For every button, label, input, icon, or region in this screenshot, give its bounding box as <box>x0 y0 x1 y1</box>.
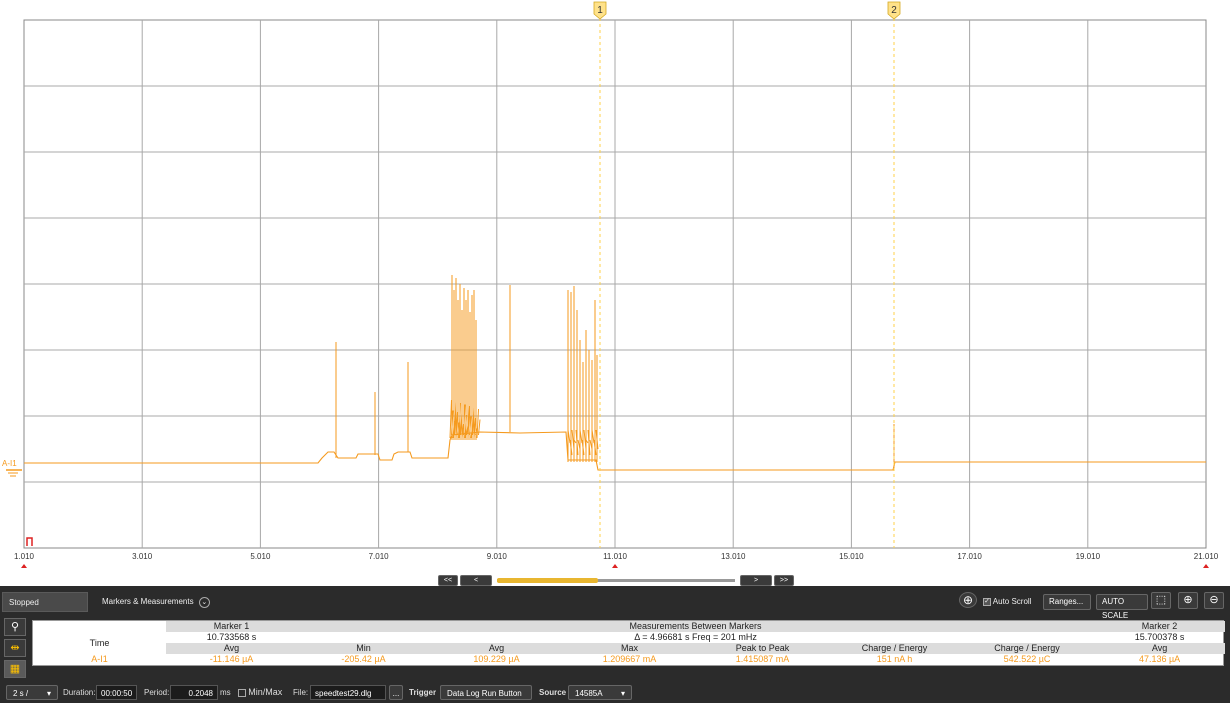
zoom-out-icon[interactable]: ⊖ <box>1204 592 1224 609</box>
value-min: -205.42 µA <box>341 654 386 664</box>
marker-2-avg-value: 47.136 µA <box>1138 654 1181 664</box>
add-marker-icon[interactable]: ⊕ <box>959 592 977 608</box>
marker-2-avg-label: Avg <box>1094 643 1226 654</box>
x-tick-label: 7.010 <box>369 552 390 561</box>
duration-field[interactable]: 00:00:50 <box>96 685 138 700</box>
value-max: 1.209667 mA <box>602 654 657 664</box>
value-avg: 109.229 µA <box>473 654 520 664</box>
header-charge-energy-1: Charge / Energy <box>829 643 960 654</box>
marker-1-label: 1 <box>597 5 603 16</box>
header-peak-to-peak: Peak to Peak <box>696 643 829 654</box>
markers-icon[interactable]: ⇹ <box>4 639 26 657</box>
trigger-icon[interactable] <box>26 537 33 546</box>
marker-1-title: Marker 1 <box>166 621 297 632</box>
auto-scroll-toggle[interactable]: ✓ Auto Scroll <box>983 594 1031 610</box>
source-select[interactable]: 14585A ▾ <box>568 685 632 700</box>
waveform-plot[interactable]: 1 2 A-I1 1.010 3.010 5.010 7.010 9.010 11.010… <box>0 0 1230 586</box>
dropdown-arrow-icon: ▾ <box>46 689 51 698</box>
timebase-select[interactable]: 2 s / ▾ <box>6 685 58 700</box>
header-avg: Avg <box>430 643 563 654</box>
minmax-label: Min/Max <box>248 687 283 697</box>
trigger-select[interactable]: Data Log Run Button ▾ <box>440 685 532 700</box>
chevron-down-icon[interactable]: ⌄ <box>198 597 210 608</box>
between-title: Measurements Between Markers <box>297 621 1095 632</box>
value-peak-to-peak: 1.415087 mA <box>735 654 790 664</box>
file-field[interactable]: speedtest29.dlg <box>310 685 386 700</box>
ranges-button[interactable]: Ranges... <box>1043 594 1091 610</box>
trigger-label: Trigger <box>409 688 437 697</box>
marker-1-time: 10.733568 s <box>206 632 257 642</box>
x-tick-label: 1.010 <box>14 552 35 561</box>
marker-2-time: 15.700378 s <box>1134 632 1185 642</box>
period-unit: ms <box>220 688 231 697</box>
x-tick-label: 5.010 <box>250 552 271 561</box>
channel-row-label: A-I1 <box>91 654 108 664</box>
channel-ground-icon[interactable] <box>6 469 22 477</box>
zoom-box-icon[interactable]: ⬚ <box>1151 592 1171 609</box>
scroll-prev-button[interactable]: < <box>460 575 492 586</box>
channel-label: A-I1 <box>2 459 17 468</box>
wrench-icon[interactable]: ⚲ <box>4 618 26 636</box>
time-label: Time <box>89 637 110 648</box>
marker-1-avg-value: -11.146 µA <box>209 654 254 664</box>
duration-label: Duration: <box>63 688 96 697</box>
trace-spike <box>478 419 481 436</box>
auto-scroll-checkbox[interactable]: ✓ <box>983 597 991 606</box>
plot-grid <box>23 19 1207 549</box>
period-field[interactable]: 0.2048 <box>170 685 218 700</box>
panel-toolbar: Stopped Markers & Measurements ⌄ ⊕ ✓ Aut… <box>0 592 1230 620</box>
minmax-toggle[interactable]: Min/Max <box>238 685 282 700</box>
marker-1-avg-label: Avg <box>166 643 297 654</box>
timebase-value: 2 s / <box>13 689 29 698</box>
scroll-first-button[interactable]: << <box>438 575 458 586</box>
header-charge-energy-2: Charge / Energy <box>960 643 1095 654</box>
layout-grid-icon[interactable]: ▦ <box>4 660 26 678</box>
measurements-table: Marker 1 Measurements Between Markers Ma… <box>32 620 1226 666</box>
x-tick-label: 15.010 <box>839 552 864 561</box>
header-max: Max <box>563 643 696 654</box>
status-bar: 2 s / ▾ Duration: 00:00:50 Period: 0.204… <box>0 683 1230 703</box>
marker-2-title: Marker 2 <box>1094 621 1226 632</box>
trigger-value: Data Log Run Button <box>447 689 522 698</box>
header-min: Min <box>297 643 430 654</box>
marker-1-flag[interactable]: 1 <box>593 1 607 20</box>
axis-scroll-icons <box>21 564 1209 568</box>
panel-side-icons: ⚲ ⇹ ▦ <box>4 618 28 681</box>
auto-scroll-label: Auto Scroll <box>992 597 1032 606</box>
tab-markers-label: Markers & Measurements <box>102 597 194 606</box>
marker-2-label: 2 <box>891 5 897 16</box>
x-tick-label: 11.010 <box>603 552 627 561</box>
minmax-checkbox[interactable] <box>238 688 246 697</box>
scroll-track[interactable] <box>497 578 735 583</box>
browse-file-button[interactable]: ... <box>389 685 403 700</box>
x-tick-label: 9.010 <box>487 552 508 561</box>
scroll-next-button[interactable]: > <box>740 575 772 586</box>
auto-scale-button[interactable]: AUTO SCALE <box>1096 594 1148 620</box>
source-value: 14585A <box>575 689 603 698</box>
zoom-in-icon[interactable]: ⊕ <box>1178 592 1198 609</box>
x-tick-label: 17.010 <box>957 552 982 561</box>
scroll-last-button[interactable]: >> <box>774 575 794 586</box>
x-axis-ticks: 1.010 3.010 5.010 7.010 9.010 11.010 13.010 15.… <box>14 552 1219 561</box>
x-tick-label: 3.010 <box>132 552 153 561</box>
between-delta: Δ = 4.96681 s Freq = 201 mHz <box>634 632 757 642</box>
file-label: File: <box>293 688 309 697</box>
x-tick-label: 13.010 <box>721 552 746 561</box>
tab-markers-measurements[interactable]: Markers & Measurements ⌄ <box>96 592 216 612</box>
marker-2-flag[interactable]: 2 <box>887 1 901 20</box>
value-charge: 151 nA h <box>876 654 913 664</box>
empty-cell <box>33 621 166 632</box>
period-label: Period: <box>144 688 170 697</box>
x-tick-label: 19.010 <box>1076 552 1101 561</box>
dropdown-arrow-icon: ▾ <box>620 689 625 698</box>
source-label: Source <box>539 688 567 697</box>
stopped-status: Stopped <box>2 592 88 612</box>
plot-area[interactable]: 1 2 A-I1 1.010 3.010 5.010 7.010 9.010 11.010… <box>0 0 1230 586</box>
scroll-thumb[interactable] <box>497 578 598 583</box>
value-energy: 542.522 µC <box>1003 654 1051 664</box>
x-tick-label: 21.010 <box>1194 552 1219 561</box>
app-window: 1 2 A-I1 1.010 3.010 5.010 7.010 9.010 11.010… <box>0 0 1230 703</box>
